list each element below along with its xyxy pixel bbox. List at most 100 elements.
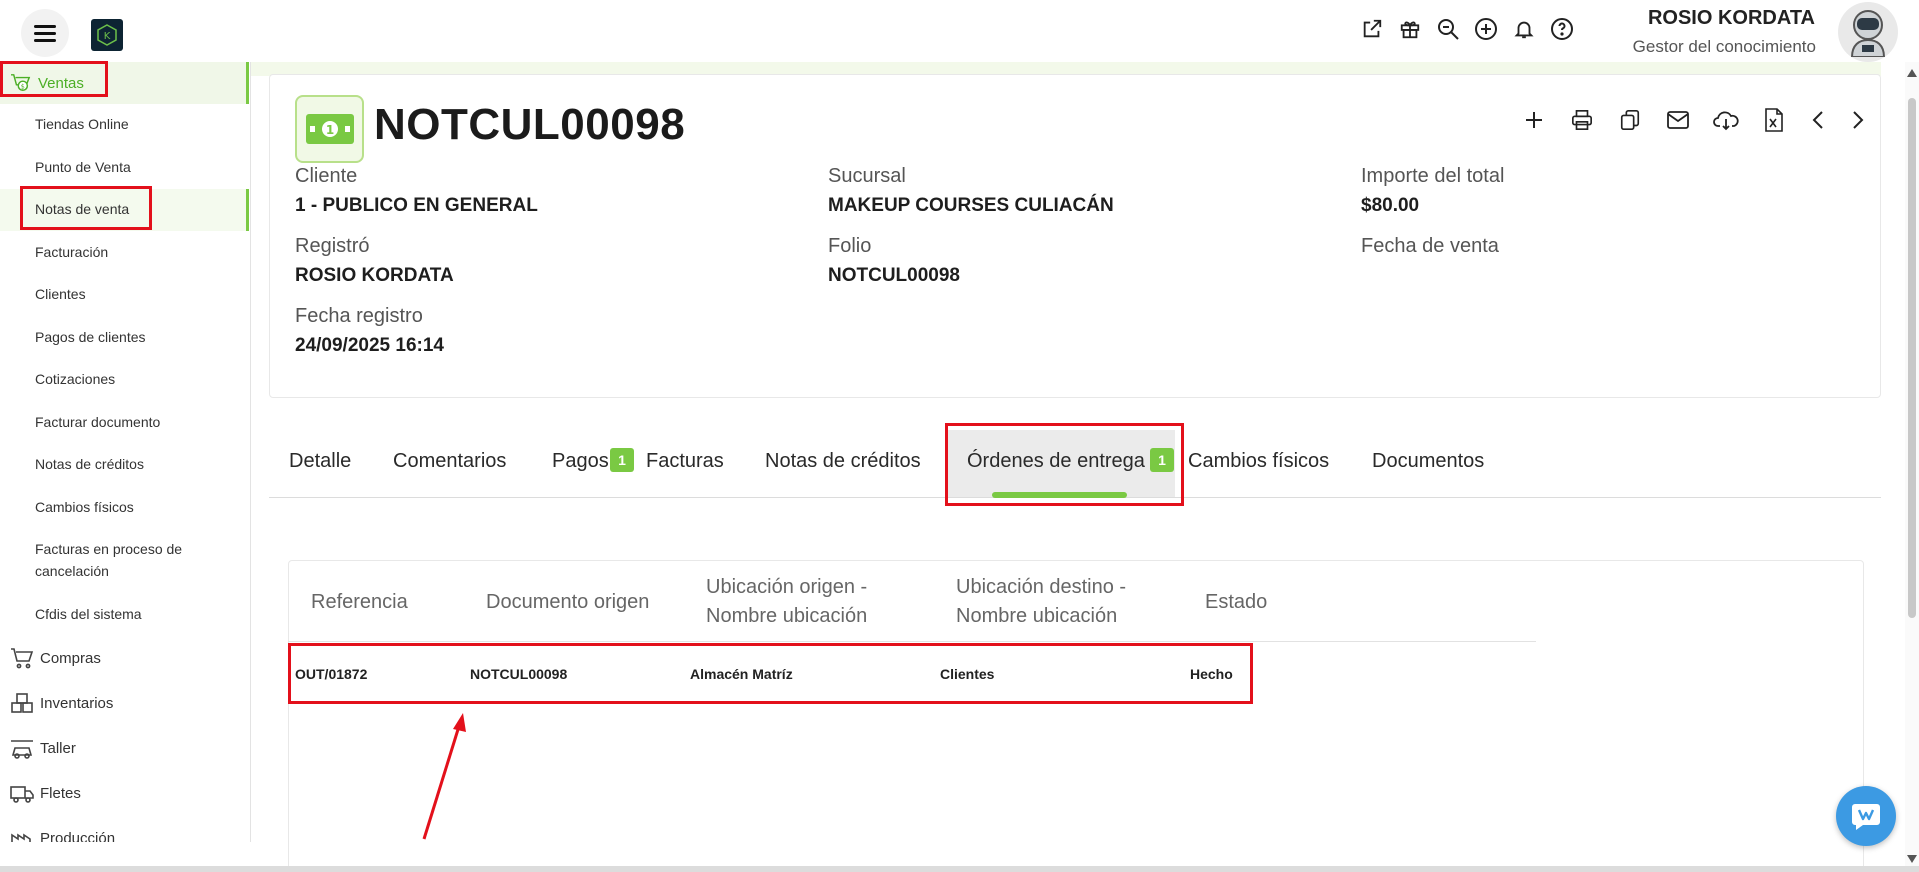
sidebar-item-punto-de-venta[interactable]: Punto de Venta — [35, 156, 131, 178]
chevron-right-icon[interactable] — [1838, 106, 1878, 134]
fecha-venta-label: Fecha de venta — [1361, 235, 1499, 257]
svg-text:1: 1 — [325, 123, 333, 137]
sidebar-item-cfdis[interactable]: Cfdis del sistema — [35, 603, 142, 625]
chevron-left-icon[interactable] — [1798, 106, 1838, 134]
sidebar: $ Ventas Tiendas Online Punto de Venta N… — [0, 62, 251, 842]
scrollbar-thumb[interactable] — [1908, 98, 1916, 618]
cloud-download-icon[interactable] — [1702, 106, 1750, 134]
user-name[interactable]: ROSIO KORDATA — [1648, 7, 1815, 30]
tab-ordenes-de-entrega[interactable]: Órdenes de entrega — [967, 450, 1145, 473]
col-header-documento-origen[interactable]: Documento origen — [486, 588, 649, 617]
search-zoom-icon[interactable] — [1436, 14, 1460, 44]
sidebar-group-label: Inventarios — [40, 694, 114, 712]
sidebar-group-inventarios[interactable]: Inventarios — [10, 692, 113, 714]
hamburger-line — [34, 31, 56, 35]
external-link-icon[interactable] — [1360, 14, 1384, 44]
fecha-registro-value: 24/09/2025 16:14 — [295, 335, 444, 356]
top-actions — [1360, 14, 1574, 44]
cart-money-icon: $ — [10, 74, 31, 91]
sidebar-item-tiendas-online[interactable]: Tiendas Online — [35, 113, 129, 135]
bell-icon[interactable] — [1512, 14, 1536, 44]
tab-cambios-fisicos[interactable]: Cambios físicos — [1188, 450, 1329, 473]
money-bill-icon: 1 — [295, 95, 364, 163]
document-actions — [1510, 106, 1878, 134]
sidebar-group-taller[interactable]: Taller — [10, 737, 76, 759]
tab-facturas[interactable]: Facturas — [646, 450, 724, 473]
bottom-scrollbar — [0, 866, 1919, 872]
col-header-line: Ubicación origen - — [706, 576, 868, 598]
tab-pagos[interactable]: Pagos — [552, 450, 609, 473]
scroll-up-icon[interactable] — [1906, 68, 1918, 78]
user-role: Gestor del conocimiento — [1632, 37, 1816, 56]
truck-icon — [10, 786, 34, 803]
mail-icon[interactable] — [1654, 106, 1702, 134]
fecha-registro-label: Fecha registro — [295, 305, 423, 327]
sidebar-group-produccion[interactable]: Producción — [10, 827, 115, 842]
sidebar-item-facturar-documento[interactable]: Facturar documento — [35, 411, 160, 433]
workshop-car-icon — [11, 740, 33, 759]
excel-icon[interactable] — [1750, 106, 1798, 134]
copy-icon[interactable] — [1606, 106, 1654, 134]
sidebar-group-fletes[interactable]: Fletes — [10, 782, 81, 804]
active-tab-underline — [992, 492, 1127, 498]
cell-ubicacion-destino: Clientes — [940, 666, 995, 682]
col-header-referencia[interactable]: Referencia — [311, 588, 408, 617]
tab-bar: Detalle Comentarios Pagos 1 Facturas Not… — [269, 430, 1881, 498]
sidebar-group-label: Taller — [40, 739, 76, 757]
cliente-label: Cliente — [295, 165, 358, 187]
col-header-line: Nombre ubicación — [956, 605, 1118, 627]
annotation-arrow-icon — [422, 713, 466, 840]
selected-indicator — [246, 189, 249, 231]
factory-icon — [11, 833, 31, 842]
plus-circle-icon[interactable] — [1474, 14, 1498, 44]
tab-documentos[interactable]: Documentos — [1372, 450, 1484, 473]
app-logo[interactable]: K — [91, 19, 123, 51]
sidebar-item-notas-de-creditos[interactable]: Notas de créditos — [35, 453, 144, 475]
tab-comentarios[interactable]: Comentarios — [393, 450, 506, 473]
folio-label: Folio — [828, 235, 872, 257]
menu-toggle-button[interactable] — [21, 9, 69, 57]
print-icon[interactable] — [1558, 106, 1606, 134]
hamburger-line — [34, 38, 56, 42]
sidebar-section-label: Ventas — [38, 74, 84, 92]
tab-notas-creditos[interactable]: Notas de créditos — [765, 450, 921, 473]
add-icon[interactable] — [1510, 106, 1558, 134]
sidebar-item-cambios-fisicos[interactable]: Cambios físicos — [35, 496, 134, 518]
logo-icon: K — [97, 24, 117, 46]
tab-detalle[interactable]: Detalle — [289, 450, 351, 473]
sidebar-item-pagos-de-clientes[interactable]: Pagos de clientes — [35, 326, 146, 348]
boxes-icon — [11, 693, 33, 713]
chat-icon — [1852, 804, 1880, 830]
sidebar-item-cotizaciones[interactable]: Cotizaciones — [35, 368, 115, 390]
hamburger-line — [34, 24, 56, 28]
col-header-line: Nombre ubicación — [706, 605, 868, 627]
cliente-value: 1 - PUBLICO EN GENERAL — [295, 195, 538, 216]
sidebar-item-notas-de-venta[interactable]: Notas de venta — [35, 198, 129, 220]
registro-value: ROSIO KORDATA — [295, 265, 454, 286]
gift-icon[interactable] — [1398, 14, 1422, 44]
sucursal-value: MAKEUP COURSES CULIACÁN — [828, 195, 1114, 216]
col-header-estado[interactable]: Estado — [1205, 588, 1267, 617]
cell-documento-origen: NOTCUL00098 — [470, 666, 568, 682]
sidebar-item-facturas-cancelacion[interactable]: Facturas en proceso de cancelación — [35, 538, 215, 582]
sidebar-section-ventas[interactable]: $ Ventas — [0, 62, 248, 104]
sidebar-group-label: Compras — [40, 649, 101, 667]
sidebar-item-facturacion[interactable]: Facturación — [35, 241, 108, 263]
chat-button[interactable] — [1836, 786, 1896, 846]
col-header-ubicacion-destino[interactable]: Ubicación destino - Nombre ubicación — [956, 573, 1126, 631]
importe-label: Importe del total — [1361, 165, 1505, 187]
folio-value: NOTCUL00098 — [828, 265, 960, 286]
avatar[interactable] — [1838, 2, 1898, 62]
sidebar-item-clientes[interactable]: Clientes — [35, 283, 86, 305]
cell-ubicacion-origen: Almacén Matríz — [690, 666, 793, 682]
col-header-line: Ubicación destino - — [956, 576, 1127, 598]
pagos-count-badge: 1 — [610, 448, 634, 472]
col-header-ubicacion-origen[interactable]: Ubicación origen - Nombre ubicación — [706, 573, 867, 631]
cell-estado: Hecho — [1190, 666, 1233, 682]
help-icon[interactable] — [1550, 14, 1574, 44]
sidebar-group-compras[interactable]: Compras — [10, 647, 101, 669]
sidebar-group-label: Producción — [40, 829, 116, 843]
astronaut-avatar-icon — [1850, 10, 1886, 57]
svg-text:$: $ — [21, 83, 25, 90]
scroll-down-icon[interactable] — [1906, 854, 1918, 864]
